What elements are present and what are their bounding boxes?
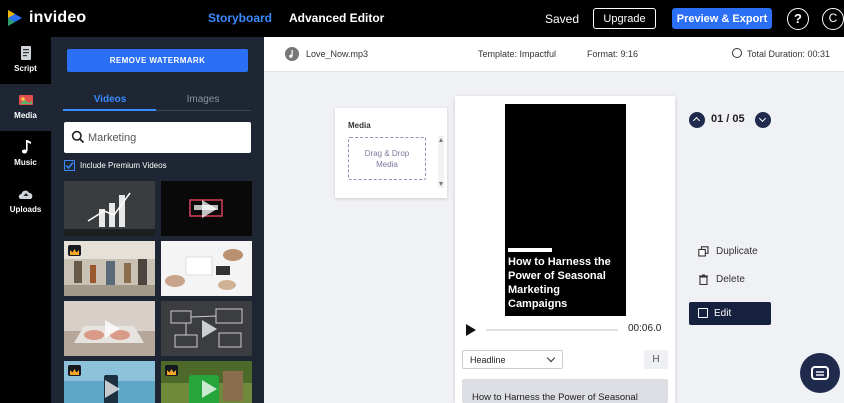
play-button[interactable]	[466, 324, 476, 336]
search-input[interactable]	[88, 129, 243, 146]
chalkboard-chart-image	[64, 181, 155, 236]
top-bar: invideo Storyboard Advanced Editor Saved…	[0, 0, 844, 37]
play-icon	[201, 379, 217, 398]
left-nav: Script Media Music Uploads	[0, 37, 51, 403]
premium-checkbox[interactable]	[64, 160, 75, 171]
text-style-select[interactable]: Headline	[462, 350, 563, 369]
scene-video-preview[interactable]: How to Harness the Power of Seasonal Mar…	[505, 104, 626, 316]
preview-export-button[interactable]: Preview & Export	[672, 8, 772, 29]
save-status: Saved	[545, 12, 580, 26]
media-card-title: Media	[348, 121, 371, 130]
storyboard-main: Love_Now.mp3 Template: Impactful Format:…	[264, 37, 844, 403]
heading-toggle-button[interactable]: H	[644, 350, 668, 369]
scene-counter: 01 / 05	[711, 113, 745, 125]
nav-item-media[interactable]: Media	[0, 84, 51, 131]
duplicate-label: Duplicate	[716, 246, 758, 257]
tab-advanced-editor[interactable]: Advanced Editor	[289, 11, 384, 25]
headline-accent-bar	[508, 248, 552, 252]
edit-label: Edit	[714, 308, 732, 319]
nav-label: Uploads	[9, 205, 42, 214]
media-dropzone-card: Media Drag & Drop Media	[335, 108, 447, 198]
tab-images[interactable]: Images	[158, 94, 248, 105]
nav-item-music[interactable]: Music	[0, 131, 51, 178]
template-name: Template: Impactful	[478, 49, 557, 59]
video-thumbnail[interactable]	[161, 241, 252, 296]
next-scene-button[interactable]	[755, 112, 771, 128]
music-note-icon	[21, 140, 31, 154]
search-icon	[71, 130, 85, 144]
chevron-down-icon	[546, 353, 556, 363]
search-box	[64, 122, 251, 153]
premium-crown-icon	[165, 365, 178, 376]
scene-card: How to Harness the Power of Seasonal Mar…	[455, 96, 675, 403]
play-icon	[201, 319, 217, 338]
premium-crown-icon	[68, 245, 81, 256]
logo[interactable]: invideo	[6, 8, 86, 28]
upgrade-button[interactable]: Upgrade	[593, 8, 656, 29]
duplicate-button[interactable]: Duplicate	[698, 246, 758, 257]
video-thumbnail[interactable]	[64, 241, 155, 296]
video-thumbnail[interactable]	[161, 361, 252, 403]
media-dropzone[interactable]: Drag & Drop Media	[348, 137, 426, 180]
remove-watermark-button[interactable]: REMOVE WATERMARK	[67, 49, 248, 72]
document-icon	[20, 46, 31, 60]
edit-icon	[698, 308, 708, 318]
video-thumbnail[interactable]	[161, 301, 252, 356]
duplicate-icon	[698, 246, 709, 257]
previous-scene-button[interactable]	[689, 112, 705, 128]
project-info-bar: Love_Now.mp3 Template: Impactful Format:…	[264, 37, 844, 72]
desk-meeting-image	[161, 241, 252, 296]
audio-file-icon	[285, 47, 299, 61]
dropzone-text: Drag & Drop	[364, 149, 410, 158]
scroll-up-icon[interactable]	[439, 138, 443, 142]
play-icon	[104, 319, 120, 338]
play-icon	[201, 199, 217, 218]
nav-label: Music	[14, 158, 37, 167]
edit-scene-button[interactable]: Edit	[689, 302, 771, 325]
video-thumbnail[interactable]	[64, 361, 155, 403]
video-thumbnail[interactable]	[161, 181, 252, 236]
app-name: invideo	[29, 9, 87, 26]
cloud-upload-icon	[18, 190, 32, 199]
timecode: 00:06.0	[628, 323, 662, 334]
delete-button[interactable]: Delete	[698, 274, 745, 285]
premium-label: Include Premium Videos	[80, 161, 167, 170]
scene-text-value: How to Harness the Power of Seasonal	[472, 392, 638, 403]
premium-crown-icon	[68, 365, 81, 376]
nav-label: Script	[14, 64, 37, 73]
media-card-scrollbar[interactable]	[438, 136, 444, 188]
nav-item-uploads[interactable]: Uploads	[0, 178, 51, 225]
scene-text-field[interactable]: How to Harness the Power of Seasonal	[462, 379, 668, 403]
tab-storyboard[interactable]: Storyboard	[208, 11, 272, 25]
video-thumbnail[interactable]	[64, 181, 155, 236]
audio-file-name[interactable]: Love_Now.mp3	[306, 49, 368, 59]
premium-filter[interactable]: Include Premium Videos	[64, 160, 167, 171]
chat-icon	[811, 366, 829, 380]
active-tab-indicator	[63, 109, 156, 111]
total-duration: Total Duration: 00:31	[747, 49, 831, 59]
invideo-logo-icon	[8, 10, 22, 26]
scene-headline: How to Harness the Power of Seasonal Mar…	[508, 256, 611, 310]
trash-icon	[699, 274, 708, 285]
dropzone-text: Media	[376, 160, 398, 169]
chat-support-button[interactable]	[800, 353, 840, 393]
media-icon	[18, 95, 33, 105]
nav-item-script[interactable]: Script	[0, 37, 51, 84]
clock-icon	[732, 48, 742, 58]
video-thumbnail[interactable]	[64, 301, 155, 356]
help-button[interactable]: ?	[787, 8, 809, 30]
playback-progress[interactable]	[486, 329, 618, 331]
text-style-value: Headline	[470, 355, 506, 365]
play-icon	[104, 379, 120, 398]
checkmark-icon	[65, 162, 74, 170]
nav-label: Media	[14, 111, 37, 120]
avatar[interactable]: C	[822, 8, 844, 30]
format-label: Format: 9:16	[587, 49, 639, 59]
delete-label: Delete	[716, 274, 745, 285]
tab-videos[interactable]: Videos	[65, 94, 155, 105]
media-panel: REMOVE WATERMARK Videos Images Include P…	[51, 37, 264, 403]
scroll-down-icon[interactable]	[439, 182, 443, 186]
